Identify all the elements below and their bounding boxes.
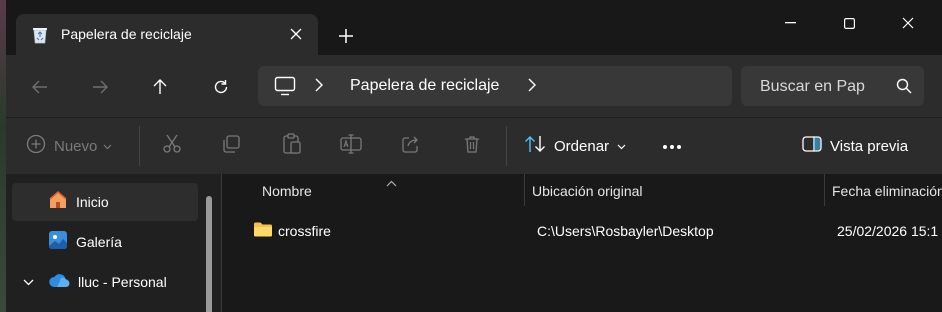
chevron-down-icon (617, 137, 626, 155)
up-arrow-icon[interactable] (144, 71, 176, 103)
navigation-pane: Inicio Galería lluc - Personal (6, 174, 221, 312)
divider (139, 126, 140, 166)
copy-button[interactable] (221, 132, 241, 160)
sidebar-item-gallery[interactable]: Galería (12, 223, 198, 261)
this-pc-icon[interactable] (274, 76, 296, 96)
sort-button-label: Ordenar (554, 137, 610, 155)
onedrive-cloud-icon (48, 272, 70, 293)
maximize-icon[interactable] (834, 10, 864, 36)
gallery-icon (48, 230, 68, 255)
add-circle-icon (26, 134, 46, 159)
share-button[interactable] (401, 132, 421, 160)
file-name: crossfire (278, 223, 331, 239)
breadcrumb-chevron-icon[interactable] (527, 78, 537, 97)
minimize-icon[interactable] (775, 10, 805, 36)
search-icon[interactable] (896, 78, 912, 94)
breadcrumb-recycle-bin[interactable]: Papelera de reciclaje (350, 77, 499, 95)
scissors-icon (162, 134, 182, 159)
ellipsis-icon (662, 137, 682, 155)
column-header-original-location[interactable]: Ubicación original (532, 183, 643, 199)
new-button-label: Nuevo (54, 137, 98, 155)
share-icon (401, 134, 421, 159)
column-header-name[interactable]: Nombre (262, 183, 312, 199)
table-row[interactable]: crossfire C:\Users\Rosbayler\Desktop 25/… (222, 214, 942, 248)
sort-caret-up-icon (386, 174, 397, 192)
sidebar-item-home[interactable]: Inicio (12, 183, 198, 221)
back-arrow-icon[interactable] (24, 71, 56, 103)
more-options-button[interactable] (662, 132, 682, 160)
preview-pane-label: Vista previa (830, 137, 909, 155)
recycle-bin-icon (32, 26, 48, 44)
title-bar: Papelera de reciclaje (6, 0, 942, 55)
divider (506, 126, 507, 166)
copy-icon (221, 134, 241, 159)
command-bar: Nuevo Ordenar Vista previa (6, 117, 942, 175)
search-box (741, 66, 924, 108)
new-button[interactable]: Nuevo (26, 132, 112, 160)
forward-arrow-icon[interactable] (84, 71, 116, 103)
sort-arrows-icon (524, 134, 546, 159)
sidebar-item-onedrive[interactable]: lluc - Personal (12, 263, 198, 301)
paste-button[interactable] (282, 132, 302, 160)
clipboard-icon (282, 132, 302, 160)
breadcrumb-chevron-icon[interactable] (314, 78, 324, 97)
close-tab-icon[interactable] (286, 24, 306, 44)
address-bar[interactable]: Papelera de reciclaje (258, 66, 732, 106)
cut-button[interactable] (162, 132, 182, 160)
close-window-icon[interactable] (893, 10, 923, 36)
search-input[interactable] (741, 66, 902, 108)
tab-title: Papelera de reciclaje (61, 26, 192, 42)
preview-pane-icon (802, 135, 822, 158)
navigation-bar: Papelera de reciclaje (6, 55, 942, 117)
trash-icon (462, 134, 482, 159)
tab-recycle-bin[interactable]: Papelera de reciclaje (16, 14, 318, 55)
sort-button[interactable]: Ordenar (524, 132, 626, 160)
rename-icon (340, 133, 362, 159)
sidebar-item-label: Inicio (76, 194, 109, 210)
home-icon (48, 190, 68, 215)
delete-button[interactable] (462, 132, 482, 160)
new-tab-plus-icon[interactable] (334, 24, 358, 48)
column-divider[interactable] (524, 174, 525, 206)
file-list: Nombre Ubicación original Fecha eliminac… (222, 174, 942, 312)
chevron-down-icon (103, 137, 112, 155)
sidebar-scrollbar[interactable] (206, 196, 212, 312)
column-header-deleted-date[interactable]: Fecha eliminación (832, 183, 942, 199)
sidebar-item-label: lluc - Personal (78, 274, 167, 290)
rename-button[interactable] (340, 132, 362, 160)
folder-icon (254, 222, 272, 242)
deleted-date: 25/02/2026 15:1 (837, 223, 939, 239)
chevron-down-icon[interactable] (23, 273, 34, 291)
original-location: C:\Users\Rosbayler\Desktop (537, 223, 714, 239)
file-explorer-window: Papelera de reciclaje Papelera de recicl… (6, 0, 942, 312)
sidebar-item-label: Galería (76, 234, 122, 250)
column-divider[interactable] (824, 174, 825, 206)
preview-pane-button[interactable]: Vista previa (802, 132, 908, 160)
refresh-icon[interactable] (205, 71, 237, 103)
